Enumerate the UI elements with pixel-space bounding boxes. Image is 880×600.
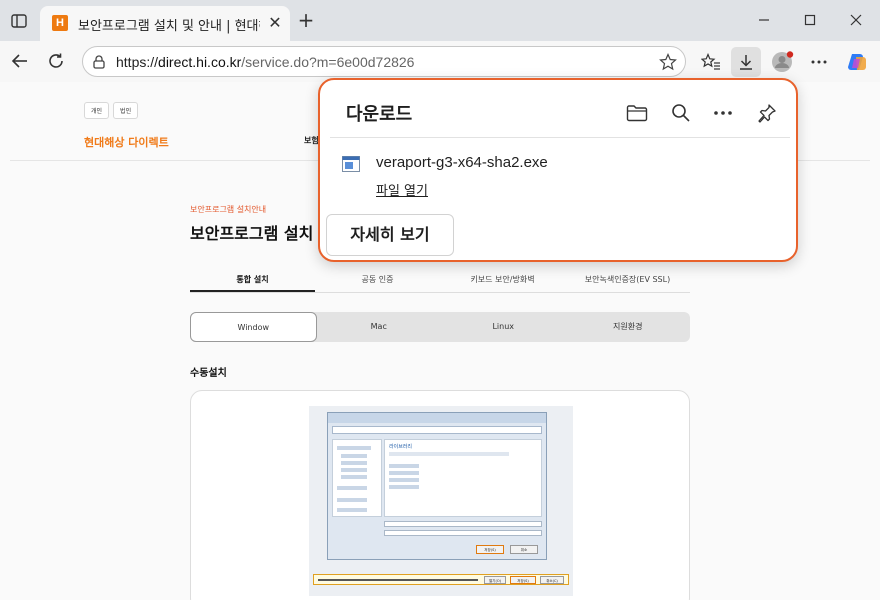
search-icon[interactable] (668, 100, 694, 126)
lock-icon[interactable] (91, 54, 107, 70)
download-icon[interactable] (731, 47, 761, 77)
dialog-filename-field (384, 521, 542, 527)
favorite-star-icon[interactable] (658, 52, 678, 72)
main-tabs: 통합 설치 공동 인증 키보드 보안/방화벽 보안녹색인증장(EV SSL) (190, 269, 690, 293)
new-tab-icon[interactable]: + (296, 10, 316, 30)
favicon-icon: H (52, 15, 68, 31)
downloads-flyout: 다운로드 veraport-g3-x64-sha2.exe 파일 열기 자세히 … (318, 78, 798, 262)
dialog-address (332, 426, 542, 434)
dialog-main: 라이브러리 (384, 439, 542, 517)
section-title: 수동설치 (190, 368, 227, 379)
tab-certificate[interactable]: 공동 인증 (315, 269, 440, 292)
tab-keyboard-security[interactable]: 키보드 보안/방화벽 (440, 269, 565, 292)
favorites-icon[interactable] (696, 47, 726, 77)
browser-titlebar: H 보안프로그램 설치 및 안내 | 현대해상 ✕ + (0, 0, 880, 41)
url-text: https://direct.hi.co.kr/service.do?m=6e0… (116, 54, 415, 70)
tab-personal[interactable]: 개인 (84, 102, 110, 119)
download-prompt-bar-image: 열기(O) 저장(S) 취소(C) (313, 574, 569, 585)
customer-type-tabs: 개인 법인 (84, 102, 139, 119)
copilot-icon[interactable] (842, 47, 872, 77)
browser-tab[interactable]: H 보안프로그램 설치 및 안내 | 현대해상 ✕ (40, 6, 290, 41)
install-guide-card: 라이브러리 저장(S) 취소 열기(O) 저장(S) 취소(C) (190, 390, 690, 600)
nav-item-insurance[interactable]: 보험 (304, 135, 319, 146)
open-file-link[interactable]: 파일 열기 (376, 180, 428, 199)
more-icon[interactable] (710, 100, 736, 126)
tab-mac[interactable]: Mac (317, 312, 442, 342)
dialog-tree (332, 439, 382, 517)
tab-linux[interactable]: Linux (441, 312, 566, 342)
os-tabs: Window Mac Linux 지원환경 (190, 312, 690, 342)
downloads-title: 다운로드 (346, 104, 413, 125)
flyout-divider (330, 137, 790, 138)
pin-icon[interactable] (754, 100, 780, 126)
view-details-button[interactable]: 자세히 보기 (326, 214, 454, 256)
tab-windows[interactable]: Window (190, 312, 317, 342)
brand-logo[interactable]: 현대해상 다이렉트 (84, 134, 169, 150)
back-icon[interactable] (8, 49, 32, 73)
tab-ev-ssl[interactable]: 보안녹색인증장(EV SSL) (565, 269, 690, 292)
install-screenshot-image: 라이브러리 저장(S) 취소 열기(O) 저장(S) 취소(C) (309, 406, 573, 596)
dialog-titlebar (328, 413, 546, 423)
save-dialog-image: 라이브러리 저장(S) 취소 (327, 412, 547, 560)
exe-file-icon (342, 156, 360, 172)
browser-toolbar: https://direct.hi.co.kr/service.do?m=6e0… (0, 41, 880, 82)
tab-title: 보안프로그램 설치 및 안내 | 현대해상 (78, 19, 260, 34)
dialog-type-field (384, 530, 542, 536)
download-file-name[interactable]: veraport-g3-x64-sha2.exe (376, 154, 548, 171)
library-title: 라이브러리 (389, 444, 413, 450)
minimize-icon[interactable] (752, 8, 776, 32)
refresh-icon[interactable] (44, 49, 68, 73)
profile-avatar-icon[interactable] (768, 47, 798, 77)
breadcrumb: 보안프로그램 설치안내 (190, 205, 267, 214)
tab-corporate[interactable]: 법인 (113, 102, 139, 119)
folder-icon[interactable] (624, 100, 650, 126)
dialog-cancel-button: 취소 (510, 545, 538, 554)
dialog-save-button: 저장(S) (476, 545, 504, 554)
close-window-icon[interactable] (844, 8, 868, 32)
more-menu-icon[interactable] (804, 47, 834, 77)
tab-support-env[interactable]: 지원환경 (566, 312, 691, 342)
tab-integrated-install[interactable]: 통합 설치 (190, 269, 315, 292)
maximize-icon[interactable] (798, 8, 822, 32)
tab-close-icon[interactable]: ✕ (266, 14, 284, 32)
address-bar[interactable]: https://direct.hi.co.kr/service.do?m=6e0… (82, 46, 686, 77)
sidebar-toggle-icon[interactable] (8, 10, 30, 32)
